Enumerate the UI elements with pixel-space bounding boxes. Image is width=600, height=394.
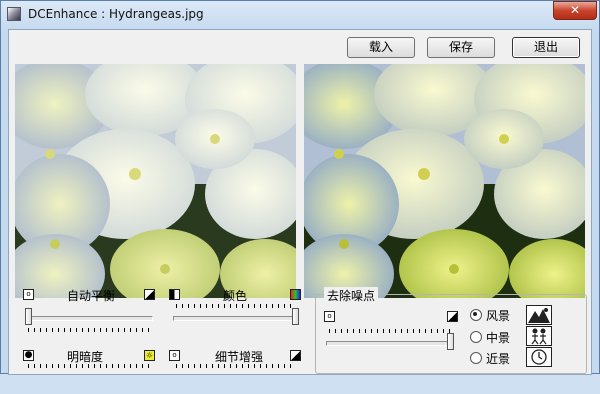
preview-divider [296, 64, 304, 298]
brightness-min-icon: ● [23, 350, 34, 361]
people-icon [526, 326, 552, 346]
radio-landscape-label: 风景 [486, 309, 511, 323]
denoise-group: 去除噪点 o 风景 中景 近景 [315, 287, 587, 374]
auto-balance-slider[interactable] [25, 304, 153, 334]
auto-balance-slider-thumb[interactable] [25, 308, 32, 325]
exit-button[interactable]: 退出 [512, 37, 580, 58]
denoise-label: 去除噪点 [324, 287, 379, 304]
color-max-icon [290, 289, 301, 300]
radio-medium[interactable]: 中景 [470, 329, 510, 346]
brightness-max-icon: ☼ [144, 350, 155, 361]
radio-medium-dot[interactable] [470, 331, 482, 343]
mountain-icon [526, 305, 552, 325]
color-label: 颜色 [223, 289, 248, 303]
save-button[interactable]: 保存 [427, 37, 495, 58]
client-area: 载入 保存 退出 o 自动平衡 颜色 ● 明暗度 ☼ o 细节增强 去除噪点 o… [8, 29, 592, 375]
radio-medium-label: 中景 [486, 331, 511, 345]
denoise-slider-thumb[interactable] [447, 333, 454, 350]
detail-slider[interactable] [173, 364, 299, 394]
color-slider[interactable] [173, 304, 299, 334]
auto-balance-max-icon [144, 289, 155, 300]
enhanced-image-preview [304, 64, 585, 298]
auto-balance-label: 自动平衡 [67, 289, 116, 303]
detail-max-icon [290, 350, 301, 361]
denoise-min-icon: o [324, 311, 335, 322]
radio-closeup[interactable]: 近景 [470, 350, 510, 367]
detail-label: 细节增强 [215, 350, 264, 364]
denoise-slider[interactable] [326, 329, 454, 359]
clock-icon [526, 347, 552, 367]
radio-closeup-dot[interactable] [470, 352, 482, 364]
brightness-slider[interactable] [25, 364, 153, 394]
load-button[interactable]: 载入 [347, 37, 415, 58]
radio-landscape[interactable]: 风景 [470, 307, 510, 324]
auto-balance-min-icon: o [23, 289, 34, 300]
denoise-max-icon [447, 311, 458, 322]
detail-min-icon: o [169, 350, 180, 361]
app-icon [7, 7, 21, 21]
window-title: DCEnhance : Hydrangeas.jpg [28, 7, 204, 21]
title-bar[interactable]: DCEnhance : Hydrangeas.jpg ✕ [1, 1, 599, 29]
app-window: DCEnhance : Hydrangeas.jpg ✕ 载入 保存 退出 o … [0, 0, 600, 375]
original-image-preview [15, 64, 296, 298]
color-min-icon [169, 289, 180, 300]
brightness-label: 明暗度 [67, 350, 104, 364]
radio-closeup-label: 近景 [486, 352, 511, 366]
close-button[interactable]: ✕ [553, 1, 597, 20]
radio-landscape-dot[interactable] [470, 309, 482, 321]
color-slider-thumb[interactable] [292, 308, 299, 325]
